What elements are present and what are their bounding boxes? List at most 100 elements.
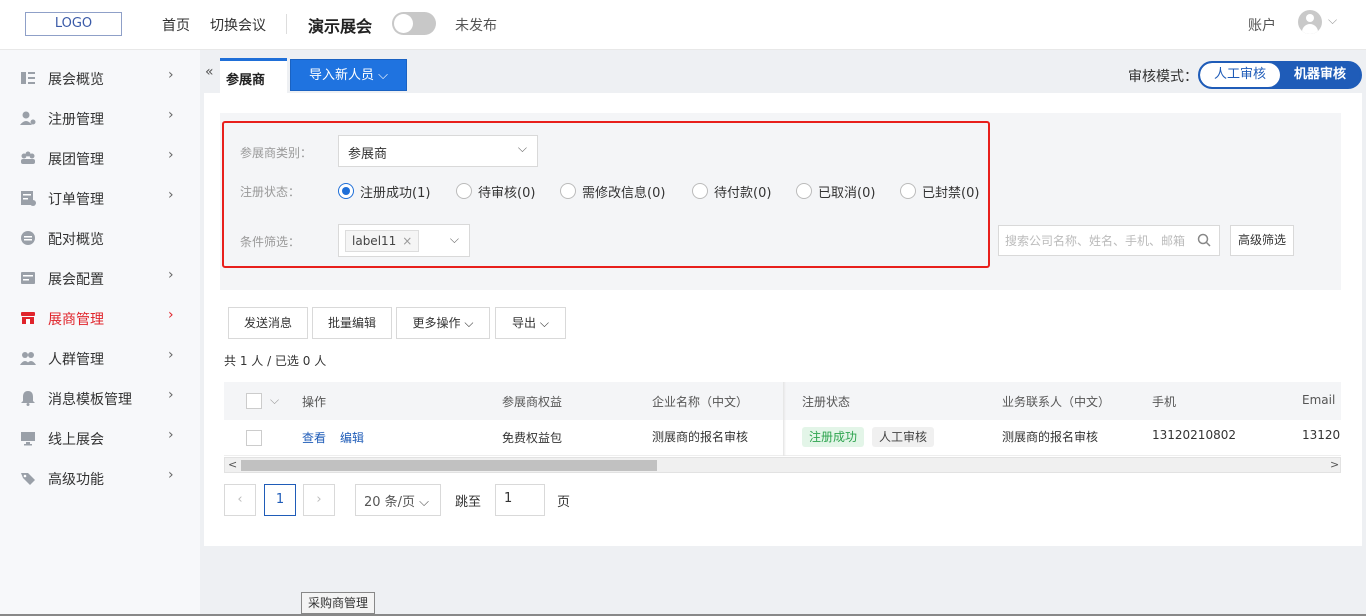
sidebar-item-exhibition-overview[interactable]: 展会概览 ›	[0, 58, 200, 98]
store-icon	[21, 312, 35, 324]
radio-label: 待审核(0)	[478, 186, 536, 201]
radio-dot	[456, 183, 472, 199]
sidebar-item-label: 人群管理	[48, 352, 104, 368]
chevron-right-icon: ›	[168, 307, 174, 323]
sidebar: 展会概览 › 注册管理 › 展团管理 › 订单管理 › 配对概览 展会配置 › …	[0, 50, 200, 616]
col-header-contact: 业务联系人（中文）	[1002, 395, 1111, 409]
tooltip: 采购商管理	[301, 592, 376, 614]
cell-email: 131202	[1302, 428, 1341, 442]
chevron-right-icon: ›	[168, 187, 174, 203]
cell-benefit: 免费权益包	[502, 431, 563, 445]
search-icon[interactable]	[1197, 233, 1211, 247]
edit-link[interactable]: 编辑	[340, 429, 364, 446]
condition-label: 条件筛选：	[240, 235, 301, 249]
user-register-icon	[20, 111, 36, 125]
radio-dot	[692, 183, 708, 199]
radio-label: 待付款(0)	[714, 186, 772, 201]
scroll-left-icon[interactable]: <	[228, 458, 237, 472]
sidebar-item-exhibitor-management[interactable]: 展商管理 ›	[0, 298, 200, 338]
chevron-right-icon: ›	[168, 387, 174, 403]
sidebar-item-config[interactable]: 展会配置 ›	[0, 258, 200, 298]
import-new-people-button[interactable]: 导入新人员 ⌵	[290, 59, 407, 91]
page-1-button[interactable]: 1	[264, 484, 296, 516]
close-icon[interactable]: ×	[402, 234, 412, 248]
collapse-sidebar-icon[interactable]: «	[205, 64, 214, 80]
manual-review-option[interactable]: 人工审核	[1200, 63, 1280, 87]
radio-label: 已取消(0)	[818, 186, 876, 201]
sidebar-item-advanced[interactable]: 高级功能 ›	[0, 458, 200, 498]
select-all-checkbox[interactable]	[246, 393, 262, 409]
chevron-right-icon: ›	[168, 347, 174, 363]
sidebar-item-online-exhibition[interactable]: 线上展会 ›	[0, 418, 200, 458]
match-icon	[21, 231, 35, 245]
dashboard-icon	[21, 72, 35, 84]
radio-label: 需修改信息(0)	[582, 186, 666, 201]
sidebar-item-label: 展团管理	[48, 152, 104, 168]
status-label: 注册状态：	[240, 185, 301, 199]
radio-dot	[560, 183, 576, 199]
cell-phone: 13120210802	[1152, 428, 1236, 442]
sidebar-item-registration[interactable]: 注册管理 ›	[0, 98, 200, 138]
chevron-right-icon: ›	[168, 267, 174, 283]
prev-page-button[interactable]: ‹	[224, 484, 256, 516]
config-icon	[21, 272, 35, 284]
view-link[interactable]: 查看	[302, 429, 326, 446]
page-size-select[interactable]: 20 条/页 ⌵	[355, 484, 441, 516]
radio-dot	[338, 183, 354, 199]
jump-page-input[interactable]: 1	[495, 484, 545, 516]
order-icon	[21, 191, 36, 206]
scroll-thumb[interactable]	[241, 460, 657, 471]
avatar[interactable]	[1298, 10, 1322, 34]
horizontal-scrollbar[interactable]: < >	[224, 457, 1341, 473]
category-select-value: 参展商	[348, 147, 388, 162]
sidebar-item-orders[interactable]: 订单管理 ›	[0, 178, 200, 218]
account-link[interactable]: 账户	[1248, 15, 1276, 35]
publish-toggle[interactable]	[392, 12, 436, 35]
radio-dot	[900, 183, 916, 199]
machine-review-option[interactable]: 机器审核	[1280, 63, 1360, 87]
chevron-right-icon: ›	[168, 67, 174, 83]
status-badge: 注册成功	[802, 427, 865, 447]
export-button[interactable]: 导出 ⌵	[495, 307, 566, 339]
nav-home-link[interactable]: 首页	[162, 15, 190, 35]
sidebar-item-crowd-management[interactable]: 人群管理 ›	[0, 338, 200, 378]
chevron-right-icon: ›	[168, 467, 174, 483]
col-header-company: 企业名称（中文）	[652, 395, 749, 409]
chevron-down-icon[interactable]: ⌵	[1328, 13, 1337, 28]
radio-dot	[796, 183, 812, 199]
logo[interactable]: LOGO	[25, 12, 122, 36]
send-message-button[interactable]: 发送消息	[228, 307, 308, 339]
selection-count: 共 1 人 / 已选 0 人	[224, 354, 327, 368]
scroll-right-icon[interactable]: >	[1330, 458, 1339, 472]
chevron-right-icon: ›	[168, 147, 174, 163]
meeting-title: 演示展会	[308, 17, 373, 36]
col-header-actions: 操作	[302, 395, 327, 409]
condition-tag: label11 ×	[345, 230, 420, 252]
category-select[interactable]: 参展商 ⌵	[338, 135, 538, 167]
people-icon	[20, 352, 36, 365]
search-input[interactable]	[1005, 232, 1185, 250]
more-actions-button[interactable]: 更多操作 ⌵	[396, 307, 490, 339]
category-label: 参展商类别：	[240, 146, 313, 160]
batch-edit-button[interactable]: 批量编辑	[312, 307, 392, 339]
condition-select[interactable]: label11 × ⌵	[338, 224, 470, 257]
advanced-filter-button[interactable]: 高级筛选	[1230, 225, 1294, 256]
sidebar-item-match-overview[interactable]: 配对概览	[0, 218, 200, 258]
radio-label: 注册成功(1)	[360, 186, 431, 201]
page-unit-label: 页	[557, 495, 571, 510]
chevron-down-icon: ⌵	[449, 232, 459, 246]
sidebar-item-group[interactable]: 展团管理 ›	[0, 138, 200, 178]
row-checkbox[interactable]	[246, 430, 262, 446]
next-page-button[interactable]: ›	[303, 484, 335, 516]
tab-exhibitor[interactable]: 参展商	[220, 58, 287, 93]
nav-switch-meeting-link[interactable]: 切换会议	[210, 15, 266, 35]
sidebar-item-message-templates[interactable]: 消息模板管理 ›	[0, 378, 200, 418]
sidebar-item-label: 展会配置	[48, 272, 104, 288]
sidebar-item-label: 展会概览	[48, 72, 104, 88]
chevron-down-icon[interactable]: ⌵	[270, 393, 279, 408]
search-box	[998, 225, 1220, 256]
sidebar-item-label: 展商管理	[48, 312, 104, 328]
condition-tag-label: label11	[352, 234, 397, 248]
col-header-benefit: 参展商权益	[502, 395, 563, 409]
top-header: LOGO 首页 切换会议 演示展会 未发布 账户 ⌵	[0, 0, 1366, 50]
